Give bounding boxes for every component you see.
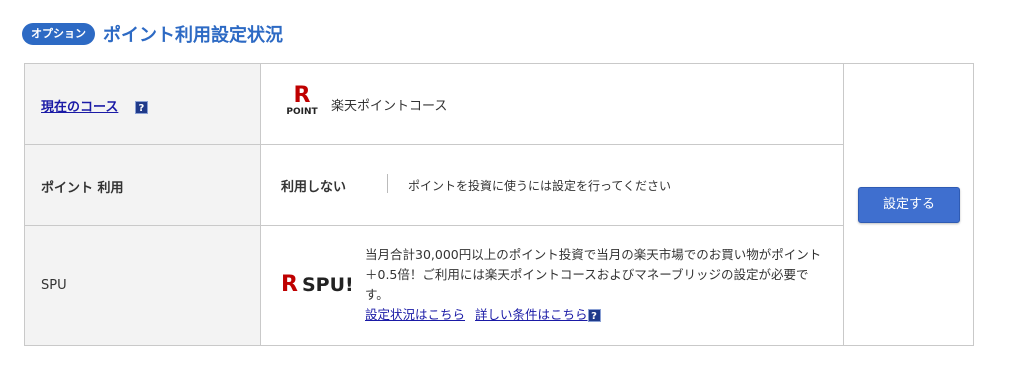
- current-course-value: 楽天ポイントコース: [331, 99, 448, 114]
- help-icon[interactable]: ?: [134, 101, 148, 114]
- label-column: 現在のコース ? ポイント 利用 SPU: [25, 64, 261, 345]
- row-divider: [25, 225, 844, 226]
- divider: [387, 174, 388, 193]
- help-icon[interactable]: ?: [587, 309, 601, 322]
- spu-logo: R SPU!: [281, 272, 354, 297]
- spu-conditions-link[interactable]: 詳しい条件はこちら: [475, 307, 588, 322]
- label-current-course: 現在のコース ?: [41, 96, 148, 115]
- section-header: オプション ポイント利用設定状況: [22, 21, 283, 47]
- rakuten-point-logo: R POINT: [283, 83, 321, 118]
- current-course-link[interactable]: 現在のコース: [41, 100, 118, 115]
- rakuten-point-sublabel: POINT: [286, 107, 318, 117]
- point-usage-value: 利用しない: [281, 180, 347, 195]
- option-badge: オプション: [22, 23, 95, 45]
- spu-status-link[interactable]: 設定状況はこちら: [365, 307, 465, 322]
- rakuten-r-icon: R: [293, 83, 311, 108]
- settings-table: 現在のコース ? ポイント 利用 SPU R POINT 楽天ポイントコース 利…: [24, 63, 974, 346]
- section-title: ポイント利用設定状況: [103, 25, 283, 46]
- spu-description: 当月合計30,000円以上のポイント投資で当月の楽天市場でのお買い物がポイント＋…: [365, 247, 822, 302]
- point-usage-note: ポイントを投資に使うには設定を行ってください: [408, 179, 672, 193]
- row-divider: [25, 144, 844, 145]
- spu-logo-text: SPU!: [301, 273, 354, 296]
- spu-links: 設定状況はこちら 詳しい条件はこちら?: [365, 305, 601, 325]
- value-column: R POINT 楽天ポイントコース 利用しない ポイントを投資に使うには設定を行…: [261, 64, 844, 345]
- rakuten-r-icon: R: [281, 272, 298, 297]
- configure-button[interactable]: 設定する: [858, 187, 960, 223]
- label-point-usage: ポイント 利用: [41, 181, 124, 196]
- label-spu: SPU: [41, 278, 67, 293]
